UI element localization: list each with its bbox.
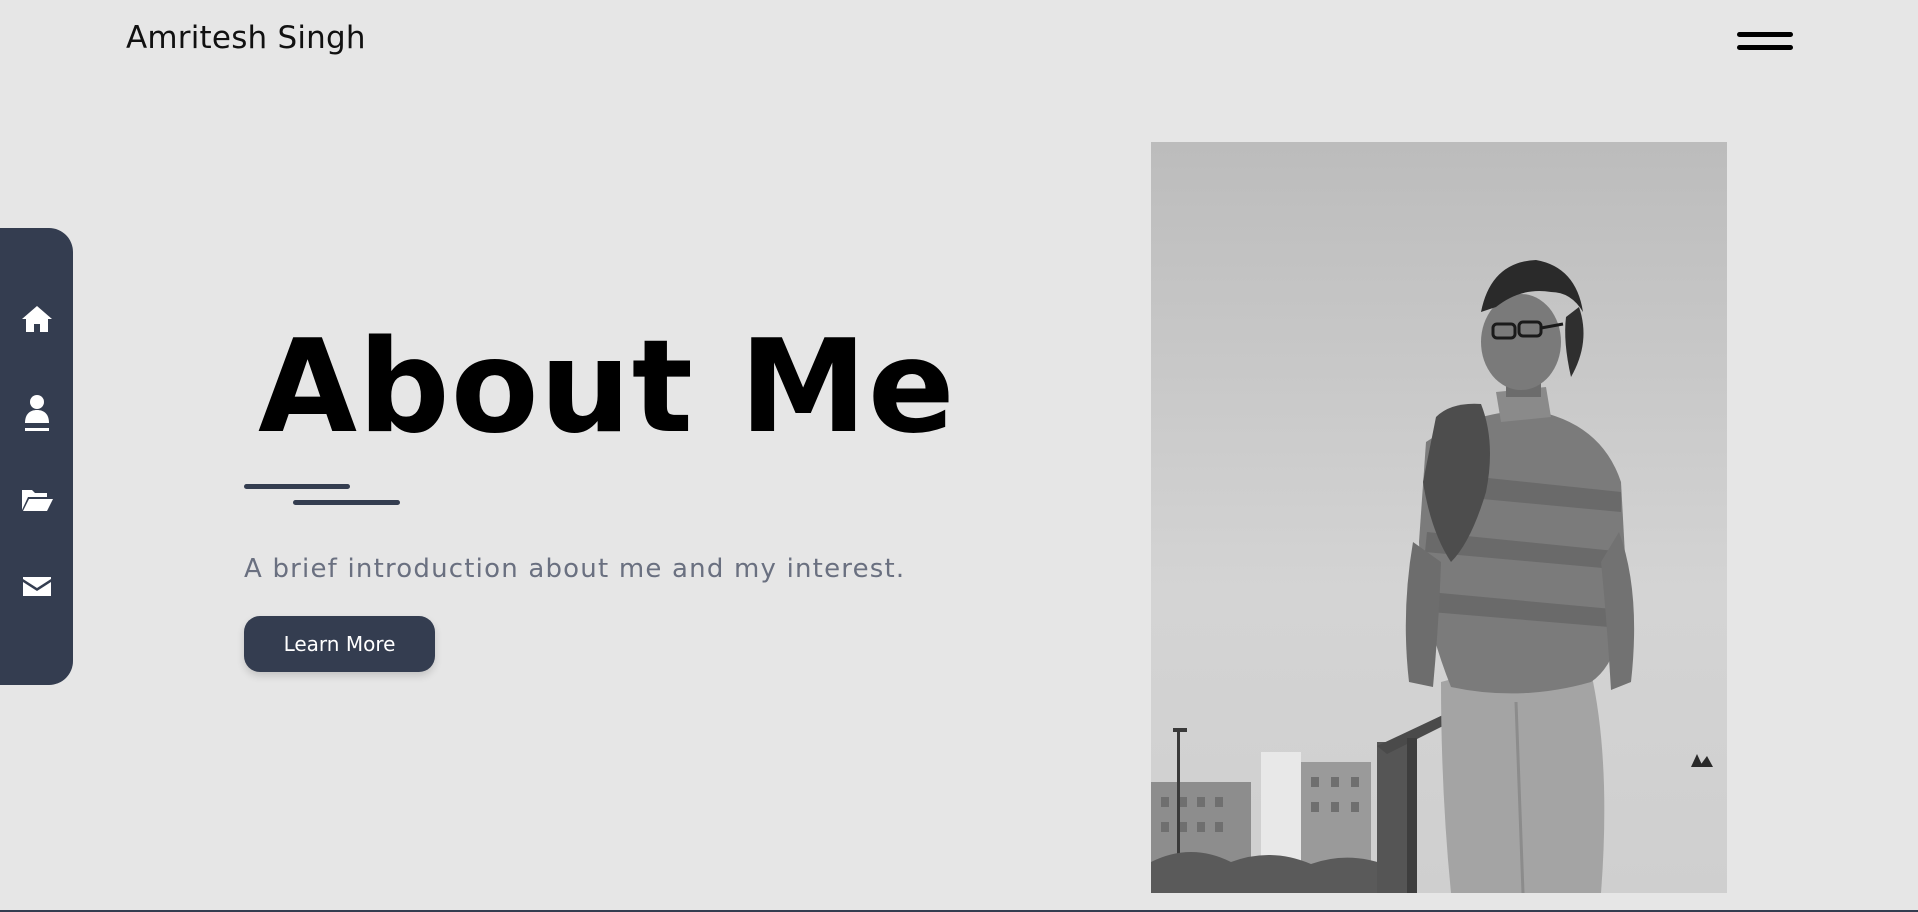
title-underline-top — [244, 484, 350, 489]
home-icon — [21, 304, 53, 334]
sidebar-item-home[interactable] — [0, 289, 73, 349]
brand-name[interactable]: Amritesh Singh — [126, 20, 366, 56]
sidebar-item-about[interactable] — [0, 383, 73, 443]
title-underline-bottom — [293, 500, 400, 505]
envelope-icon — [22, 574, 52, 598]
sidebar-item-contact[interactable] — [0, 556, 73, 616]
page-title: About Me — [258, 313, 956, 462]
sidebar-item-projects[interactable] — [0, 469, 73, 529]
folder-open-icon — [20, 486, 54, 512]
user-icon — [23, 393, 51, 433]
hero-subtitle: A brief introduction about me and my int… — [244, 554, 906, 584]
page: Amritesh Singh About Me A brief introduc… — [0, 0, 1918, 912]
hamburger-menu-icon[interactable] — [1737, 30, 1793, 56]
sidebar-nav — [0, 228, 73, 685]
portrait-photo — [1151, 142, 1727, 893]
menu-line-bottom — [1737, 45, 1793, 50]
menu-line-top — [1737, 32, 1793, 37]
learn-more-button[interactable]: Learn More — [244, 616, 435, 672]
